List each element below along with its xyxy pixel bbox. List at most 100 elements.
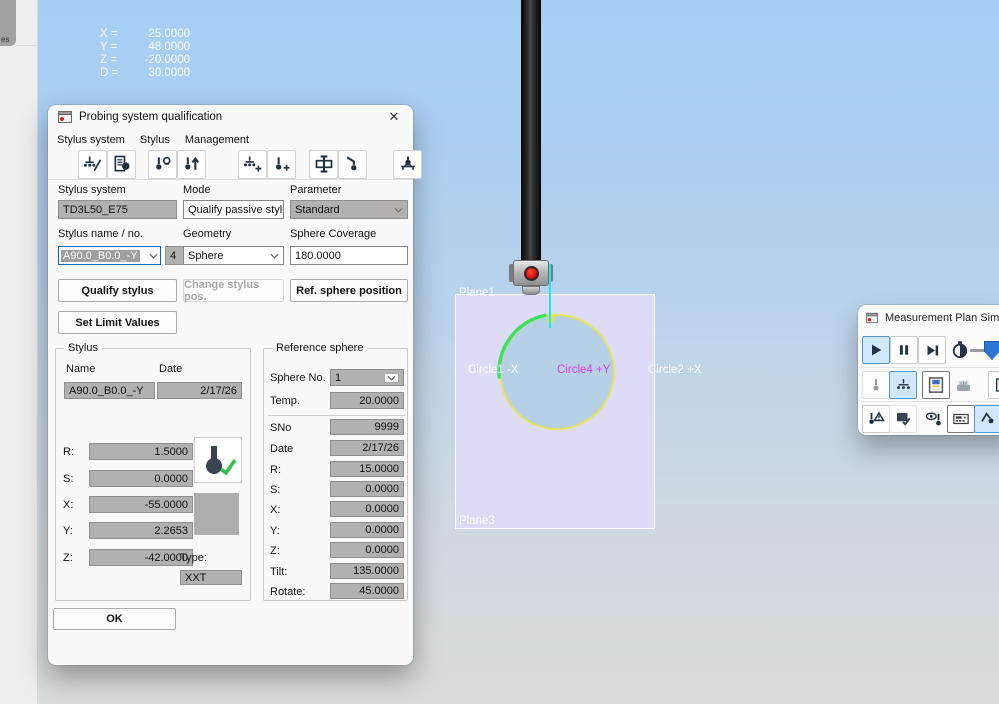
stylus-date-value: 2/17/26 [200, 385, 237, 397]
angle-stylus-icon [979, 410, 997, 428]
stylus-name-combo[interactable]: A90.0_B0.0_-Y [58, 246, 161, 265]
parameter-label: Parameter [290, 184, 341, 196]
document-partial-button[interactable] [988, 371, 999, 399]
control-panel-button[interactable] [947, 405, 975, 433]
stylus-list-button[interactable] [107, 150, 136, 179]
parameter-dropdown[interactable]: Standard [290, 200, 408, 219]
qualify-stylus-button[interactable]: Qualify stylus [58, 279, 177, 302]
angled-stylus-icon [343, 154, 363, 174]
pause-icon [897, 343, 911, 357]
stylus-name-display-field: A90.0_B0.0_-Y [64, 382, 155, 399]
sphere-no-label: Sphere No. [270, 372, 326, 384]
mode-dropdown[interactable]: Qualify passive stylu [183, 200, 284, 219]
ref-rotate-field: 45.0000 [330, 583, 404, 599]
stylus-hand-icon [153, 154, 173, 174]
dro-y-row: Y = 48.0000 [100, 41, 190, 54]
path-preview-button[interactable] [974, 405, 999, 433]
stylus-name-label: Stylus name / no. [58, 228, 143, 240]
ref-sphere-position-button[interactable] [309, 150, 338, 179]
probe-rack-button[interactable] [393, 150, 422, 179]
monitor-check-button[interactable] [889, 405, 917, 433]
chevron-down-icon [384, 373, 399, 383]
sidebar-tab-label: es [1, 35, 9, 44]
geometry-dropdown[interactable]: Sphere [183, 246, 284, 265]
stylus-list-icon [112, 154, 132, 174]
ref-x-value: 0.0000 [365, 503, 399, 515]
stylus-system-field: TD3L50_E75 [58, 200, 177, 219]
qualify-stylus-label: Qualify stylus [81, 285, 153, 297]
app-window-icon [58, 111, 72, 123]
angled-stylus-button[interactable] [338, 150, 367, 179]
stylus-s-field: 0.0000 [89, 470, 193, 487]
plane1-label[interactable]: Plane1 [459, 287, 495, 299]
ref-y-label: Y: [270, 525, 280, 537]
dro-x-value: 25.0000 [130, 28, 190, 41]
ref-x-label: X: [270, 504, 280, 516]
step-forward-button[interactable] [918, 336, 946, 364]
ok-label: OK [106, 613, 123, 625]
stylus-groupbox: Stylus Name Date A90.0_B0.0_-Y 2/17/26 R… [55, 348, 251, 601]
stylus-system-add-icon [243, 154, 263, 174]
sphere-coverage-label: Sphere Coverage [290, 228, 376, 240]
left-sidebar: es [0, 0, 38, 704]
collision-warning-button[interactable] [862, 405, 890, 433]
reference-sphere-group-title: Reference sphere [272, 342, 367, 354]
scene-overlay [440, 280, 700, 500]
close-icon[interactable]: ✕ [385, 109, 403, 125]
mode-value: Qualify passive stylu [188, 204, 284, 216]
ref-r-field: 15.0000 [330, 461, 404, 477]
menu-stylus-system[interactable]: Stylus system [57, 134, 125, 146]
probe-quill [521, 0, 541, 262]
set-limit-values-button[interactable]: Set Limit Values [58, 311, 177, 334]
geometry-value: Sphere [188, 250, 223, 262]
simulation-titlebar[interactable]: Measurement Plan Simulation [858, 305, 999, 331]
ref-sphere-separator [268, 415, 405, 416]
stylus-name-value: A90.0_B0.0_-Y [61, 250, 140, 262]
stylus-add-button[interactable] [267, 150, 296, 179]
circle1-label[interactable]: Circle1 -X [468, 364, 518, 376]
stylus-icon [868, 377, 884, 393]
measurement-plan-simulation-window: Measurement Plan Simulation [858, 305, 999, 435]
change-stylus-pos-label: Change stylus pos. [184, 279, 283, 303]
stylus-system-toggle-button[interactable] [889, 371, 917, 399]
stylus-system-add-button[interactable] [238, 150, 267, 179]
sphere-coverage-input[interactable]: 180.0000 [290, 246, 408, 265]
stylus-z-label: Z: [63, 552, 73, 564]
ref-s-value: 0.0000 [365, 483, 399, 495]
circle2-label[interactable]: Circle2 +X [648, 364, 701, 376]
dialog-titlebar[interactable]: Probing system qualification ✕ [48, 105, 413, 129]
sphere-no-dropdown[interactable]: 1 [330, 369, 404, 386]
dro-d-row: D = 30.0000 [100, 67, 190, 80]
ok-button[interactable]: OK [53, 608, 176, 630]
protocol-notebook-button[interactable] [922, 371, 950, 399]
ref-z-field: 0.0000 [330, 542, 404, 558]
stylus-manual-qualify-button[interactable] [148, 150, 177, 179]
ref-s-field: 0.0000 [330, 481, 404, 497]
dialog-toolbar [48, 149, 413, 180]
bath-button[interactable] [949, 371, 977, 399]
dro-x-row: X = 25.0000 [100, 28, 190, 41]
plane3-label[interactable]: Plane3 [459, 515, 495, 527]
stylus-y-label: Y: [63, 525, 73, 537]
pause-button[interactable] [890, 336, 918, 364]
ref-sphere-position-action-button[interactable]: Ref. sphere position [290, 279, 408, 302]
stylus-change-up-button[interactable] [177, 150, 206, 179]
ref-date-label: Date [270, 443, 293, 455]
menu-management[interactable]: Management [185, 134, 249, 146]
play-button[interactable] [862, 336, 890, 364]
probe-rack-icon [398, 154, 418, 174]
stylus-toggle-button[interactable] [862, 371, 890, 399]
stylus-status-box [194, 437, 242, 483]
circle4-label[interactable]: Circle4 +Y [557, 364, 610, 376]
menu-stylus[interactable]: Stylus [140, 134, 170, 146]
reference-sphere-position-icon [314, 154, 334, 174]
stylus-system-edit-button[interactable] [78, 150, 107, 179]
watch-probing-button[interactable] [920, 405, 948, 433]
bath-icon [954, 376, 973, 395]
sidebar-divider [16, 45, 38, 46]
stylus-type-field: XXT [180, 570, 242, 585]
speed-slider-handle[interactable] [984, 341, 999, 360]
sidebar-tab[interactable]: es [0, 0, 16, 46]
notebook-icon [927, 376, 945, 394]
dialog-title: Probing system qualification [79, 111, 222, 123]
